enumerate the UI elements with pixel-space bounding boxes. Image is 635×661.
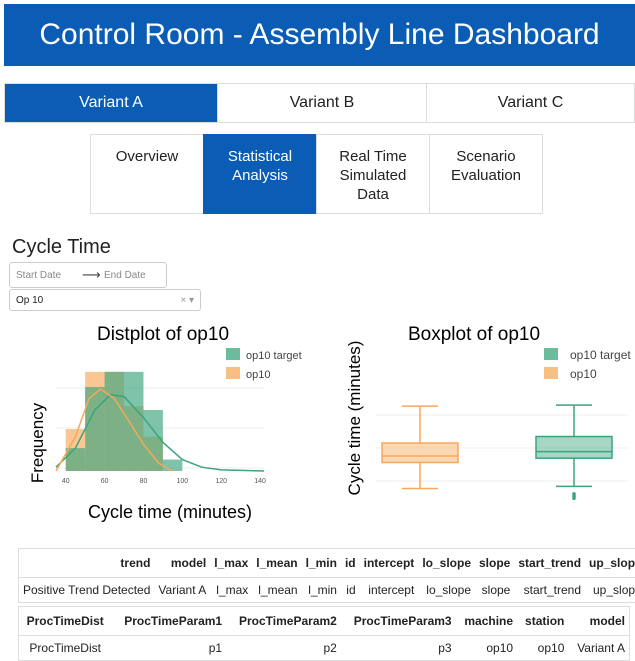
- table1-header: l_mean: [252, 549, 301, 578]
- x-tick-label: 40: [62, 478, 70, 485]
- legend-label-op10: op10: [246, 369, 270, 381]
- tab-statistical-analysis[interactable]: Statistical Analysis: [203, 134, 317, 214]
- histogram-bar-op10-target: [143, 410, 162, 471]
- distplot-xlabel: Cycle time (minutes): [88, 502, 252, 522]
- table1-header: start_trend: [514, 549, 585, 578]
- table1-cell: Variant A: [154, 578, 210, 603]
- table1-cell: intercept: [360, 578, 419, 603]
- x-tick-label: 60: [101, 478, 109, 485]
- table1-header: id: [341, 549, 360, 578]
- table2-header: machine: [456, 607, 517, 636]
- legend-swatch-op10: [544, 367, 558, 379]
- histogram-bar-op10-target: [163, 460, 182, 471]
- page-title: Control Room - Assembly Line Dashboard: [39, 18, 599, 52]
- table2-header: ProcTimeParam2: [226, 607, 341, 636]
- end-date-input[interactable]: End Date: [100, 270, 146, 281]
- box-op10: [382, 443, 458, 463]
- box-op10-target: [536, 437, 612, 459]
- table1-header: l_max: [210, 549, 252, 578]
- table2-cell: ProcTimeDist: [19, 636, 112, 661]
- distplot-chart: Distplot of op10 Frequency Cycle time (m…: [18, 318, 318, 528]
- legend-label-op10: op10: [570, 367, 597, 381]
- table1-cell: l_mean: [252, 578, 301, 603]
- table1-cell: l_min: [302, 578, 341, 603]
- outlier-point-op10-target: [572, 496, 576, 500]
- histogram-bar-op10-target: [124, 372, 143, 471]
- section-title: Cycle Time: [12, 236, 111, 259]
- table-row: ProcTimeDistp1p2p3op10op10Variant A: [19, 636, 630, 661]
- process-time-table: ProcTimeDistProcTimeParam1ProcTimeParam2…: [18, 606, 630, 661]
- tab-real-time-simulated-data[interactable]: Real Time Simulated Data: [316, 134, 430, 214]
- x-tick-label: 100: [177, 478, 189, 485]
- tab-variant-a[interactable]: Variant A: [5, 84, 218, 122]
- table1-header: trend: [19, 549, 155, 578]
- tab-statistical-analysis-label: Statistical Analysis: [228, 147, 292, 185]
- legend-swatch-op10-target: [226, 348, 240, 360]
- table1-header: intercept: [360, 549, 419, 578]
- table2-cell: Variant A: [568, 636, 629, 661]
- table2-header: model: [568, 607, 629, 636]
- table2-cell: op10: [456, 636, 517, 661]
- boxplot-ylabel: Cycle time (minutes): [345, 341, 364, 496]
- legend-label-op10-target: op10 target: [246, 350, 302, 362]
- clear-dropdown-icons[interactable]: × ▾: [180, 295, 194, 306]
- table2-header: ProcTimeParam3: [341, 607, 456, 636]
- tab-variant-c[interactable]: Variant C: [427, 84, 634, 122]
- legend-swatch-op10: [226, 367, 240, 379]
- table2-header: station: [517, 607, 568, 636]
- analysis-tabs: Overview Statistical Analysis Real Time …: [90, 134, 542, 214]
- table2-header: ProcTimeParam1: [111, 607, 226, 636]
- table1-header: lo_slope: [418, 549, 475, 578]
- boxplot-chart: Boxplot of op10 Cycle time (minutes) op1…: [338, 318, 635, 518]
- table1-header: up_slope: [585, 549, 635, 578]
- tab-scenario-evaluation[interactable]: Scenario Evaluation: [429, 134, 543, 214]
- table1-cell: l_max: [210, 578, 252, 603]
- start-date-input[interactable]: Start Date: [10, 270, 82, 281]
- x-tick-label: 140: [254, 478, 266, 485]
- tab-overview[interactable]: Overview: [90, 134, 204, 214]
- table1-cell: up_slope: [585, 578, 635, 603]
- table1-cell: Positive Trend Detected: [19, 578, 155, 603]
- histogram-bar-op10-target: [105, 372, 124, 471]
- table2-cell: p3: [341, 636, 456, 661]
- table2-header: ProcTimeDist: [19, 607, 112, 636]
- distplot-title: Distplot of op10: [97, 324, 229, 345]
- tab-real-time-label: Real Time Simulated Data: [339, 147, 407, 204]
- operation-select[interactable]: Op 10 × ▾: [9, 289, 201, 311]
- table2-cell: p2: [226, 636, 341, 661]
- arrow-right-icon: ⟶: [82, 267, 100, 283]
- tab-scenario-label: Scenario Evaluation: [451, 147, 521, 185]
- table1-cell: slope: [475, 578, 514, 603]
- table1-header: model: [154, 549, 210, 578]
- legend-label-op10-target: op10 target: [570, 348, 631, 362]
- tab-overview-label: Overview: [116, 147, 179, 166]
- x-tick-label: 120: [215, 478, 227, 485]
- app-header: Control Room - Assembly Line Dashboard: [4, 4, 635, 66]
- table2-cell: op10: [517, 636, 568, 661]
- distplot-ylabel: Frequency: [28, 402, 47, 483]
- table1-header: slope: [475, 549, 514, 578]
- histogram-bar-op10-target: [66, 448, 85, 471]
- table1-cell: id: [341, 578, 360, 603]
- legend-swatch-op10-target: [544, 348, 558, 360]
- table-row: Positive Trend DetectedVariant Al_maxl_m…: [19, 578, 635, 603]
- table1-cell: start_trend: [514, 578, 585, 603]
- date-range-picker[interactable]: Start Date ⟶ End Date: [9, 262, 167, 288]
- operation-select-value: Op 10: [16, 295, 43, 306]
- trend-table: trendmodell_maxl_meanl_minidinterceptlo_…: [18, 548, 635, 603]
- table1-header: l_min: [302, 549, 341, 578]
- variant-tabs: Variant A Variant B Variant C: [4, 83, 635, 123]
- boxplot-title: Boxplot of op10: [408, 324, 540, 345]
- table2-cell: p1: [111, 636, 226, 661]
- x-tick-label: 80: [140, 478, 148, 485]
- tab-variant-b[interactable]: Variant B: [218, 84, 427, 122]
- table1-cell: lo_slope: [418, 578, 475, 603]
